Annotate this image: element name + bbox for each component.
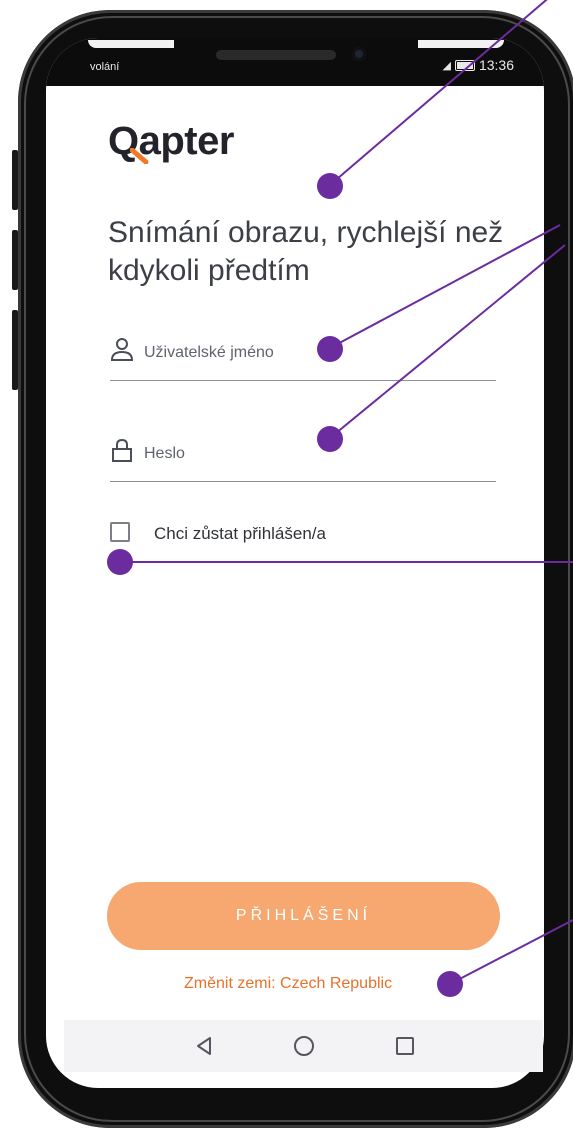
annotation-marker bbox=[317, 173, 343, 199]
annotation-marker bbox=[437, 971, 463, 997]
annotation-lines bbox=[120, 0, 573, 985]
annotation-marker bbox=[317, 336, 343, 362]
annotation-marker bbox=[107, 549, 133, 575]
annotation-marker bbox=[317, 426, 343, 452]
